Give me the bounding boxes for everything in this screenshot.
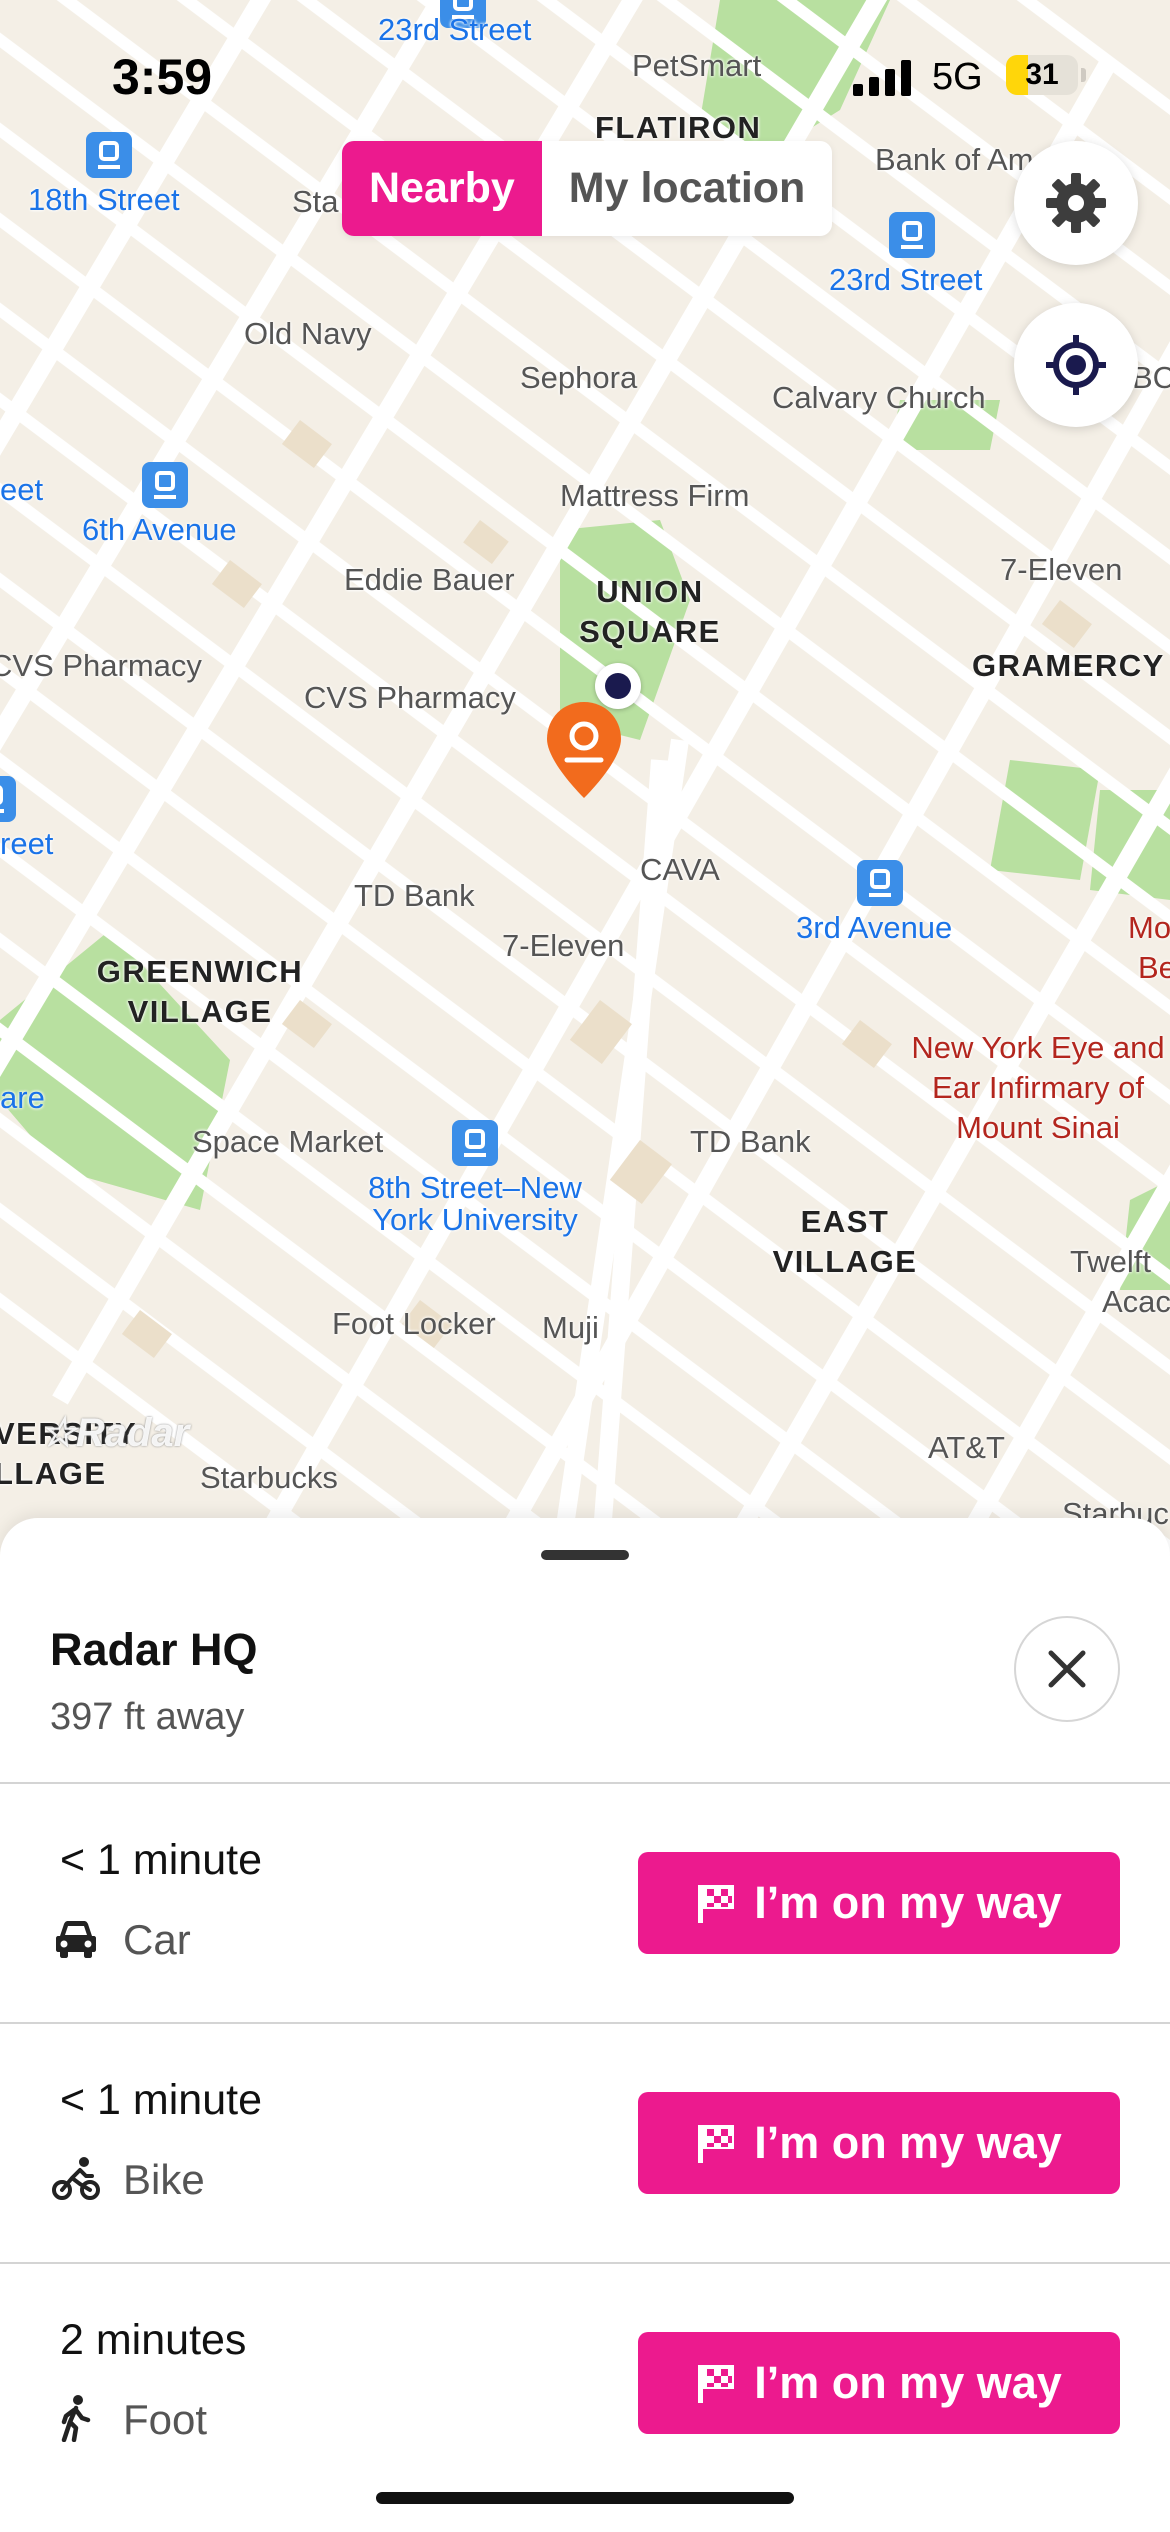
- bike-icon: [52, 2157, 100, 2200]
- travel-mode: Bike: [123, 2156, 205, 2203]
- neighborhood-label: EAST VILLAGE: [772, 1204, 918, 1279]
- poi-label[interactable]: TD Bank: [354, 878, 475, 914]
- checkered-flag-icon: [698, 1885, 735, 1923]
- checkered-flag-icon: [698, 2125, 735, 2163]
- button-label: I’m on my way: [754, 2117, 1062, 2168]
- poi-label[interactable]: 7-Eleven: [1000, 552, 1122, 588]
- transit-label[interactable]: 3rd Avenue: [796, 910, 952, 946]
- travel-option-row: 2 minutes Foot I’m on my way: [0, 2264, 1170, 2502]
- transit-label[interactable]: eet: [0, 472, 43, 508]
- car-icon: [56, 1921, 96, 1958]
- transit-label[interactable]: 23rd Street: [829, 262, 982, 298]
- transit-label[interactable]: are: [0, 1080, 45, 1116]
- poi-label[interactable]: Sephora: [520, 360, 637, 396]
- train-station-icon[interactable]: [452, 1120, 498, 1166]
- destination-pin-icon[interactable]: [545, 700, 623, 800]
- poi-label[interactable]: Twelft: [1070, 1244, 1151, 1280]
- travel-duration: 2 minutes: [60, 2316, 247, 2364]
- poi-label[interactable]: Calvary Church: [772, 380, 986, 416]
- neighborhood-label: GREENWICH VILLAGE: [96, 954, 304, 1029]
- travel-duration: < 1 minute: [60, 2076, 262, 2124]
- poi-label[interactable]: Foot Locker: [332, 1306, 496, 1342]
- battery-cap: [1081, 68, 1086, 82]
- transit-label[interactable]: 6th Avenue: [82, 512, 237, 548]
- travel-mode: Foot: [123, 2396, 208, 2443]
- poi-label[interactable]: Be: [1138, 948, 1170, 988]
- close-button[interactable]: [1014, 1616, 1120, 1722]
- radar-watermark: ☆Radar: [40, 1410, 189, 1456]
- destination-name: Radar HQ: [50, 1624, 258, 1675]
- transit-label[interactable]: 8th Street–New York University: [360, 1172, 590, 1236]
- im-on-my-way-button[interactable]: I’m on my way: [638, 2332, 1120, 2434]
- poi-label[interactable]: CAVA: [640, 852, 720, 888]
- tab-my-location[interactable]: My location: [541, 141, 833, 236]
- settings-button[interactable]: [1014, 141, 1138, 265]
- battery-icon: 31: [1006, 55, 1078, 95]
- location-mode-toggle[interactable]: Nearby My location: [342, 141, 833, 236]
- poi-label[interactable]: TD Bank: [690, 1124, 811, 1160]
- neighborhood-label: UNION SQUARE: [579, 574, 721, 649]
- train-station-icon[interactable]: [142, 462, 188, 508]
- gear-icon: [1046, 173, 1106, 233]
- poi-label[interactable]: 7-Eleven: [502, 928, 624, 964]
- recenter-button[interactable]: [1014, 303, 1138, 427]
- travel-option-row: < 1 minute Bike I’m on my way: [0, 2024, 1170, 2262]
- tab-nearby[interactable]: Nearby: [342, 141, 542, 236]
- poi-label[interactable]: Sta: [292, 184, 339, 220]
- crosshair-icon: [1046, 335, 1106, 395]
- battery-level: 31: [1025, 58, 1059, 91]
- train-station-icon[interactable]: [889, 212, 935, 258]
- transit-label[interactable]: reet: [0, 826, 53, 862]
- watermark-text: Radar: [75, 1411, 190, 1455]
- poi-label[interactable]: Mo: [1128, 908, 1170, 948]
- poi-label[interactable]: Starbucks: [200, 1460, 338, 1496]
- im-on-my-way-button[interactable]: I’m on my way: [638, 2092, 1120, 2194]
- destination-distance: 397 ft away: [50, 1696, 245, 1738]
- hospital-label[interactable]: New York Eye and Ear Infirmary of Mount …: [903, 1028, 1170, 1148]
- button-label: I’m on my way: [754, 1877, 1062, 1928]
- close-icon: [1048, 1650, 1086, 1688]
- transit-label[interactable]: 18th Street: [28, 182, 180, 218]
- poi-label[interactable]: CVS Pharmacy: [304, 680, 516, 716]
- neighborhood-label: GRAMERCY: [972, 648, 1165, 683]
- home-indicator[interactable]: [376, 2492, 794, 2504]
- destination-sheet: Radar HQ 397 ft away < 1 minute Car I’m …: [0, 1518, 1170, 2532]
- poi-label[interactable]: CVS Pharmacy: [0, 648, 202, 684]
- button-label: I’m on my way: [754, 2357, 1062, 2408]
- network-type: 5G: [932, 56, 983, 98]
- train-station-icon[interactable]: [857, 860, 903, 906]
- poi-label[interactable]: Eddie Bauer: [344, 562, 515, 598]
- travel-mode: Car: [123, 1916, 191, 1963]
- sheet-grabber[interactable]: [541, 1550, 629, 1560]
- poi-label[interactable]: AT&T: [928, 1430, 1005, 1466]
- walk-icon: [61, 2395, 91, 2442]
- train-station-icon[interactable]: [0, 776, 16, 822]
- travel-option-row: < 1 minute Car I’m on my way: [0, 1784, 1170, 2022]
- poi-label[interactable]: Space Market: [192, 1124, 383, 1160]
- cellular-signal-icon: [853, 60, 911, 96]
- radar-logo-icon: ☆: [40, 1411, 76, 1455]
- poi-label[interactable]: Old Navy: [244, 316, 371, 352]
- travel-duration: < 1 minute: [60, 1836, 262, 1884]
- poi-label[interactable]: Acac: [1102, 1284, 1170, 1320]
- status-time: 3:59: [112, 49, 213, 105]
- poi-label[interactable]: Muji: [542, 1310, 599, 1346]
- im-on-my-way-button[interactable]: I’m on my way: [638, 1852, 1120, 1954]
- checkered-flag-icon: [698, 2365, 735, 2403]
- status-bar: 3:59 5G 31: [0, 0, 1170, 150]
- poi-label[interactable]: Mattress Firm: [560, 478, 749, 514]
